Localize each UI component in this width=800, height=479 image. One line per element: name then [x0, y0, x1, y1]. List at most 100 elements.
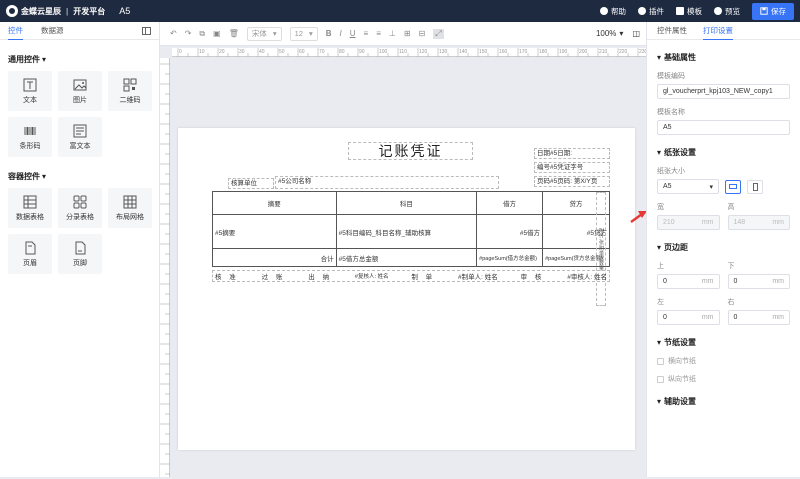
save-icon: [760, 7, 768, 15]
voucher-title[interactable]: 记账凭证: [348, 142, 473, 160]
tab-control-properties[interactable]: 控件属性: [657, 22, 687, 40]
border-icon[interactable]: ⊟: [419, 29, 426, 38]
page-no-field[interactable]: 页码#5页码: 第X/Y页: [534, 176, 610, 187]
collapse-left-icon[interactable]: [142, 27, 151, 35]
entry-table-icon: [73, 195, 87, 208]
fit-icon[interactable]: ⤢: [433, 28, 444, 39]
sig-post: 过 账: [261, 274, 286, 281]
total-debit[interactable]: #pageSum(借方总金额): [476, 248, 544, 267]
zoom-select[interactable]: 100% ▾ ◫: [596, 29, 640, 38]
date-field[interactable]: 日期#5日期:: [534, 148, 610, 159]
template-code-input[interactable]: gl_voucherprt_kpj103_NEW_copy1: [657, 84, 790, 99]
margin-bottom-input[interactable]: 0 mm: [727, 274, 790, 289]
plugin-button[interactable]: 插件: [638, 6, 664, 17]
control-footer[interactable]: 页脚: [58, 234, 102, 274]
cell-debit[interactable]: #5借方: [476, 214, 544, 249]
logo-separator: |: [66, 6, 69, 16]
control-header[interactable]: 页眉: [8, 234, 52, 274]
tab-datasource[interactable]: 数据源: [41, 22, 64, 40]
svg-text:70: 70: [319, 49, 325, 55]
svg-text:0: 0: [179, 49, 182, 55]
margin-inputs-2: 0 mm 0 mm: [657, 310, 790, 325]
template-name-input[interactable]: A5: [657, 120, 790, 135]
voucher-table[interactable]: 摘要 科目 借方 贷方 #5摘要 #5科目编码_科目名称_辅助核算 #5借方 #…: [212, 191, 610, 267]
paper-size-select[interactable]: A5 ▾: [657, 179, 719, 194]
control-entry-table[interactable]: 分录表格: [58, 188, 102, 228]
help-button[interactable]: 帮助: [600, 6, 626, 17]
valign-icon[interactable]: ⊥: [389, 29, 396, 38]
sig-cashier: 出 纳: [308, 274, 333, 281]
template-button[interactable]: 模板: [676, 6, 702, 17]
align-icon[interactable]: ≡: [364, 29, 369, 38]
print-page[interactable]: 记账凭证 日期#5日期: 编号#5凭证字号 页码#5页码: 第X/Y页 核算单位…: [178, 128, 635, 450]
basic-properties-title[interactable]: ▾ 基础属性: [657, 52, 800, 63]
align-center-icon[interactable]: ≡: [376, 29, 381, 38]
control-text[interactable]: 文本: [8, 71, 52, 111]
attachment-side-text[interactable]: 附件 张 附单据数量: [596, 192, 606, 306]
control-image[interactable]: 图片: [58, 71, 102, 111]
size-labels: 宽 高: [657, 202, 790, 212]
section-paper-title[interactable]: ▾ 节纸设置: [657, 337, 800, 348]
preview-button[interactable]: 预览: [714, 6, 740, 17]
control-layout-grid[interactable]: 布局网格: [108, 188, 152, 228]
total-label[interactable]: 合计: [212, 248, 337, 267]
tab-controls[interactable]: 控件: [8, 22, 23, 40]
margin-left-label: 左: [657, 299, 664, 306]
general-controls-title[interactable]: 通用控件 ▾: [8, 54, 159, 65]
distribute-icon[interactable]: ⊞: [404, 29, 411, 38]
zoom-value: 100%: [595, 29, 617, 38]
control-richtext[interactable]: 富文本: [58, 117, 102, 157]
grid-icon: [123, 195, 137, 208]
margin-right-input[interactable]: 0 mm: [727, 310, 790, 325]
save-button[interactable]: 保存: [752, 2, 794, 20]
control-qrcode[interactable]: 二维码: [108, 71, 152, 111]
margin-bottom-unit: mm: [772, 278, 784, 285]
richtext-icon: [73, 124, 87, 137]
unit-label[interactable]: 核算单位: [228, 178, 274, 189]
total-value[interactable]: #5借方总金额: [335, 248, 478, 267]
paper-settings-title[interactable]: ▾ 纸张设置: [657, 147, 800, 158]
collapse-right-icon[interactable]: ◫: [632, 29, 640, 38]
copy-icon[interactable]: ⧉: [199, 29, 205, 39]
height-label: 高: [727, 204, 735, 211]
paper-size-row: A5 ▾: [657, 179, 790, 194]
delete-icon[interactable]: 🗑: [229, 29, 239, 38]
undo-icon[interactable]: ↶: [170, 29, 177, 38]
font-size-select[interactable]: 12 ▾: [289, 26, 318, 41]
tab-print-settings[interactable]: 打印设置: [703, 22, 733, 40]
paste-icon[interactable]: ▣: [213, 29, 221, 38]
unit-value[interactable]: #5公司名称: [275, 176, 499, 189]
size-inputs: 210 mm 148 mm: [657, 215, 790, 230]
app-logo[interactable]: 金蝶云星辰 | 开发平台: [6, 5, 105, 17]
control-barcode[interactable]: 条形码: [8, 117, 52, 157]
margin-title[interactable]: ▾ 页边距: [657, 242, 800, 253]
chevron-down-icon: ▾: [272, 29, 277, 38]
cell-account[interactable]: #5科目编码_科目名称_辅助核算: [335, 214, 478, 249]
caret-down-icon: ▾: [42, 55, 47, 64]
vertical-section-checkbox[interactable]: 纵向节纸: [657, 374, 800, 384]
italic-icon[interactable]: I: [340, 29, 342, 38]
margin-top-input[interactable]: 0 mm: [657, 274, 720, 289]
width-input[interactable]: 210 mm: [657, 215, 720, 230]
font-value: 宋体: [251, 29, 267, 38]
landscape-button[interactable]: [725, 179, 741, 194]
horizontal-section-checkbox[interactable]: 横向节纸: [657, 356, 800, 366]
cell-summary[interactable]: #5摘要: [212, 214, 337, 249]
control-barcode-label: 条形码: [19, 142, 41, 150]
sig-preparer: #制单人: 姓名: [458, 274, 498, 281]
voucher-no-field[interactable]: 编号#5凭证字号: [534, 162, 610, 173]
aux-settings-title[interactable]: ▾ 辅助设置: [657, 396, 800, 407]
vertical-section-label: 纵向节纸: [668, 376, 696, 383]
redo-icon[interactable]: ↷: [185, 29, 192, 38]
control-richtext-label: 富文本: [69, 142, 91, 150]
margin-left-input[interactable]: 0 mm: [657, 310, 720, 325]
container-controls-title[interactable]: 容器控件 ▾: [8, 171, 159, 182]
font-select[interactable]: 宋体 ▾: [246, 26, 282, 41]
signature-row[interactable]: 核 准 过 账 出 纳 #复核人: 姓名 制 单 #制单人: 姓名 审 核 #审…: [212, 270, 610, 282]
bold-icon[interactable]: B: [326, 29, 332, 38]
height-input[interactable]: 148 mm: [727, 215, 790, 230]
document-name: A5: [119, 6, 131, 16]
portrait-button[interactable]: [747, 179, 763, 194]
underline-icon[interactable]: U: [350, 29, 356, 38]
control-data-table[interactable]: 数据表格: [8, 188, 52, 228]
